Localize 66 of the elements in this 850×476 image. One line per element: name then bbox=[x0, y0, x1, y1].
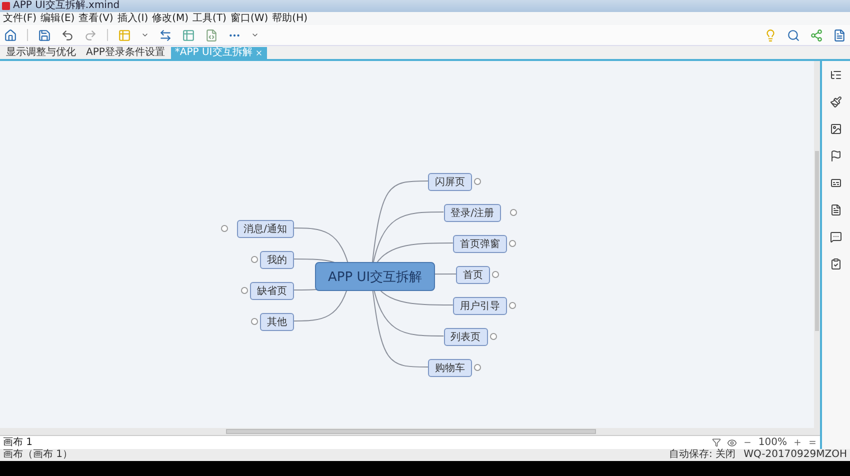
collapse-icon[interactable] bbox=[490, 333, 497, 340]
menu-item[interactable]: 工具(T) bbox=[192, 12, 226, 24]
collapse-icon[interactable] bbox=[474, 364, 482, 371]
zoom-level: 100% bbox=[758, 437, 787, 448]
collapse-icon[interactable] bbox=[508, 240, 516, 247]
topic-node[interactable]: 闪屏页 bbox=[428, 173, 472, 191]
caption-icon[interactable] bbox=[830, 177, 842, 189]
menu-item[interactable]: 文件(F) bbox=[3, 12, 37, 24]
collapse-icon[interactable] bbox=[251, 318, 258, 325]
eye-icon[interactable] bbox=[727, 438, 738, 448]
central-topic[interactable]: APP UI交互拆解 bbox=[315, 262, 436, 291]
outline-icon[interactable] bbox=[830, 69, 842, 81]
menu-item[interactable]: 窗口(W) bbox=[230, 12, 268, 24]
topic-node[interactable]: 首页 bbox=[456, 266, 490, 284]
document-icon[interactable] bbox=[830, 204, 842, 216]
vertical-scrollbar[interactable] bbox=[814, 61, 820, 428]
collapse-icon[interactable] bbox=[508, 302, 516, 309]
clipboard-check-icon[interactable] bbox=[830, 258, 842, 270]
status-text: 画布（画布 1） bbox=[3, 449, 73, 461]
topic-node[interactable]: 用户引导 bbox=[452, 297, 507, 315]
collapse-icon[interactable] bbox=[510, 209, 517, 216]
flag-icon[interactable] bbox=[830, 150, 842, 162]
topic-node[interactable]: 缺省页 bbox=[250, 282, 294, 300]
search-icon[interactable] bbox=[787, 28, 800, 42]
undo-icon[interactable] bbox=[61, 28, 74, 42]
share-icon[interactable] bbox=[810, 28, 823, 42]
fit-icon[interactable] bbox=[808, 438, 817, 447]
topic-node[interactable]: 登录/注册 bbox=[444, 204, 501, 222]
topic-node[interactable]: 其他 bbox=[260, 313, 294, 331]
save-icon[interactable] bbox=[38, 28, 51, 42]
zoom-in-icon[interactable] bbox=[793, 438, 802, 447]
topic-node[interactable]: 列表页 bbox=[444, 328, 488, 346]
collapse-icon[interactable] bbox=[221, 225, 228, 232]
menu-item[interactable]: 帮助(H) bbox=[272, 12, 308, 24]
topic-node[interactable]: 我的 bbox=[260, 251, 294, 269]
table-icon[interactable] bbox=[182, 28, 195, 42]
lightbulb-icon[interactable] bbox=[764, 28, 777, 42]
collapse-icon[interactable] bbox=[241, 287, 248, 294]
brush-icon[interactable] bbox=[830, 96, 842, 108]
image-icon[interactable] bbox=[830, 123, 842, 135]
topic-node[interactable]: 消息/通知 bbox=[236, 220, 294, 238]
export-icon[interactable] bbox=[833, 28, 846, 42]
filter-icon[interactable] bbox=[712, 438, 722, 447]
menu-item[interactable]: 插入(I) bbox=[117, 12, 148, 24]
sheet-tab[interactable]: 画布 1 bbox=[3, 436, 33, 448]
menu-item[interactable]: 编辑(E) bbox=[40, 12, 75, 24]
horizontal-scrollbar[interactable] bbox=[0, 428, 820, 435]
close-icon[interactable] bbox=[255, 49, 264, 57]
dropdown-caret-icon[interactable] bbox=[141, 31, 149, 39]
autosave-status: 自动保存: 关闭 bbox=[669, 449, 736, 461]
editor-tab[interactable]: APP登录条件设置 bbox=[82, 47, 169, 59]
collapse-icon[interactable] bbox=[251, 256, 258, 263]
app-logo-icon bbox=[2, 2, 10, 10]
user-id: WQ-20170929MZOH bbox=[744, 449, 847, 461]
collapse-icon[interactable] bbox=[474, 178, 482, 185]
swap-arrows-icon[interactable] bbox=[159, 28, 172, 42]
topic-node[interactable]: 首页弹窗 bbox=[452, 235, 507, 253]
dropdown-caret-icon[interactable] bbox=[251, 31, 259, 39]
redo-icon[interactable] bbox=[84, 28, 97, 42]
topic-node[interactable]: 购物车 bbox=[428, 359, 472, 377]
menu-item[interactable]: 修改(M) bbox=[152, 12, 189, 24]
comment-icon[interactable] bbox=[830, 231, 842, 243]
collapse-icon[interactable] bbox=[492, 271, 499, 278]
menu-item[interactable]: 查看(V) bbox=[78, 12, 114, 24]
home-icon[interactable] bbox=[4, 28, 17, 42]
editor-tab[interactable]: 显示调整与优化 bbox=[2, 47, 80, 59]
